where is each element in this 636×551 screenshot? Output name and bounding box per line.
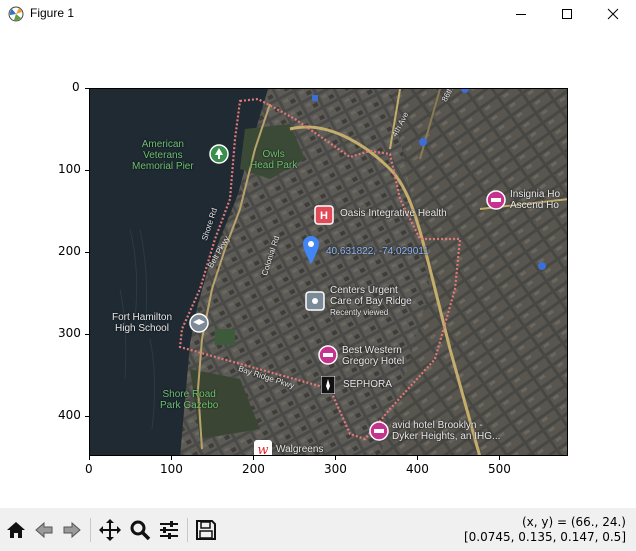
pan-button[interactable] (96, 516, 124, 544)
x-tick-label: 0 (85, 462, 93, 476)
x-tick (253, 456, 254, 460)
svg-text:H: H (320, 210, 328, 222)
map-label-walgreens: Walgreens (276, 444, 324, 455)
y-tick-label: 0 (72, 80, 80, 94)
map-label-sephora: SEPHORA (343, 379, 392, 390)
park-pin-icon[interactable] (208, 143, 230, 165)
forward-button[interactable] (58, 516, 86, 544)
matplotlib-app-icon (8, 6, 24, 22)
x-tick (335, 456, 336, 460)
y-tick-label: 200 (58, 244, 81, 258)
navigation-toolbar: (x, y) = (66., 24.) [0.0745, 0.135, 0.14… (0, 508, 636, 551)
map-label-pin-coords: 40.631822, -74.029011 (326, 246, 429, 257)
window-title: Figure 1 (30, 6, 75, 20)
home-icon (7, 522, 25, 538)
x-tick-label: 300 (324, 462, 347, 476)
back-button[interactable] (30, 516, 58, 544)
x-tick-label: 200 (242, 462, 265, 476)
back-arrow-icon (35, 521, 53, 539)
location-pin-icon[interactable] (302, 235, 320, 265)
hotel-pin-icon[interactable] (318, 345, 338, 367)
shop-pin-icon[interactable] (321, 376, 335, 394)
clinic-pin-icon[interactable] (305, 291, 325, 311)
xy-readout: (x, y) = (66., 24.) (521, 515, 626, 529)
zoom-magnifier-icon (130, 520, 151, 541)
toolbar-separator (187, 518, 188, 542)
y-tick-label: 400 (58, 408, 81, 422)
zoom-button[interactable] (126, 516, 154, 544)
map-label-american-veterans: American Veterans Memorial Pier (132, 139, 194, 172)
hospital-pin-icon[interactable]: H (314, 205, 334, 225)
map-label-centers-urgent: Centers Urgent Care of Bay Ridge (330, 285, 412, 307)
x-tick (417, 456, 418, 460)
map-label-fort-hamilton: Fort Hamilton High School (112, 312, 173, 334)
minimize-icon (516, 14, 526, 15)
close-icon (607, 8, 619, 20)
y-tick-label: 100 (58, 162, 81, 176)
close-button[interactable] (590, 0, 636, 28)
x-tick-label: 100 (160, 462, 183, 476)
configure-subplots-button[interactable] (155, 516, 183, 544)
maximize-icon (562, 9, 572, 19)
maximize-button[interactable] (544, 0, 590, 28)
map-label-owls-head: Owls Head Park (250, 149, 298, 171)
title-bar: Figure 1 (0, 0, 636, 28)
forward-arrow-icon (63, 521, 81, 539)
map-label-shore-road: Shore Road Park Gazebo (160, 389, 219, 411)
figure-window: Figure 1 0 100 200 300 400 0 100 200 300… (0, 0, 636, 551)
hotel-pin-icon[interactable] (486, 190, 506, 212)
save-button[interactable] (192, 516, 220, 544)
svg-text:w: w (257, 443, 268, 456)
minimize-button[interactable] (498, 0, 544, 28)
map-label-best-western: Best Western Gregory Hotel (342, 345, 405, 367)
cursor-coordinates: (x, y) = (66., 24.) [0.0745, 0.135, 0.14… (464, 515, 626, 545)
school-pin-icon[interactable] (188, 312, 210, 334)
x-tick (89, 456, 90, 460)
x-tick (499, 456, 500, 460)
save-disk-icon (196, 520, 216, 540)
map-label-oasis: Oasis Integrative Health (340, 208, 447, 219)
pharmacy-pin-icon[interactable]: w (253, 439, 273, 456)
map-label-avid-hotel: avid hotel Brooklyn - Dyker Heights, an … (392, 420, 501, 442)
toolbar-separator (90, 518, 91, 542)
y-tick-label: 300 (58, 326, 81, 340)
hotel-pin-icon[interactable] (369, 421, 389, 443)
pan-move-icon (99, 519, 121, 541)
map-label-recently-viewed: Recently viewed (330, 308, 389, 317)
home-button[interactable] (2, 516, 30, 544)
map-label-insignia: Insignia Ho Ascend Ho (510, 189, 561, 211)
map-image-axes[interactable]: H w American Veterans Memorial Pier Owls… (89, 88, 568, 456)
x-tick (171, 456, 172, 460)
configure-subplots-icon (160, 521, 178, 539)
x-tick-label: 400 (406, 462, 429, 476)
rgba-readout: [0.0745, 0.135, 0.147, 0.5] (463, 530, 626, 544)
x-tick-label: 500 (488, 462, 511, 476)
